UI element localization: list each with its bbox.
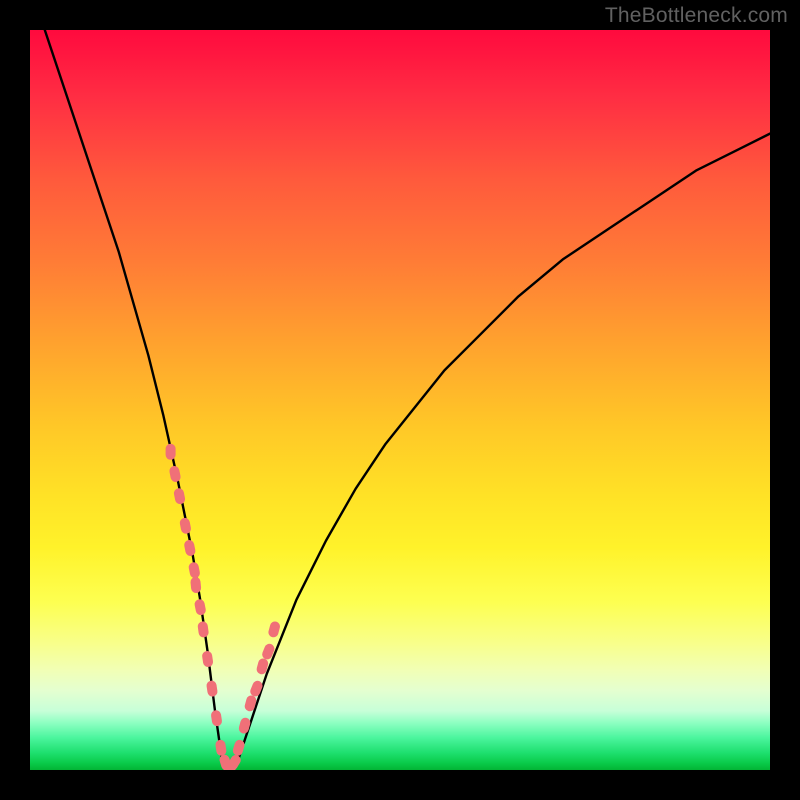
chart-overlay (30, 30, 770, 770)
plot-area (30, 30, 770, 770)
chart-frame: TheBottleneck.com (0, 0, 800, 800)
watermark-text: TheBottleneck.com (605, 4, 788, 28)
sample-markers (166, 444, 281, 770)
bottleneck-curve (45, 30, 770, 770)
